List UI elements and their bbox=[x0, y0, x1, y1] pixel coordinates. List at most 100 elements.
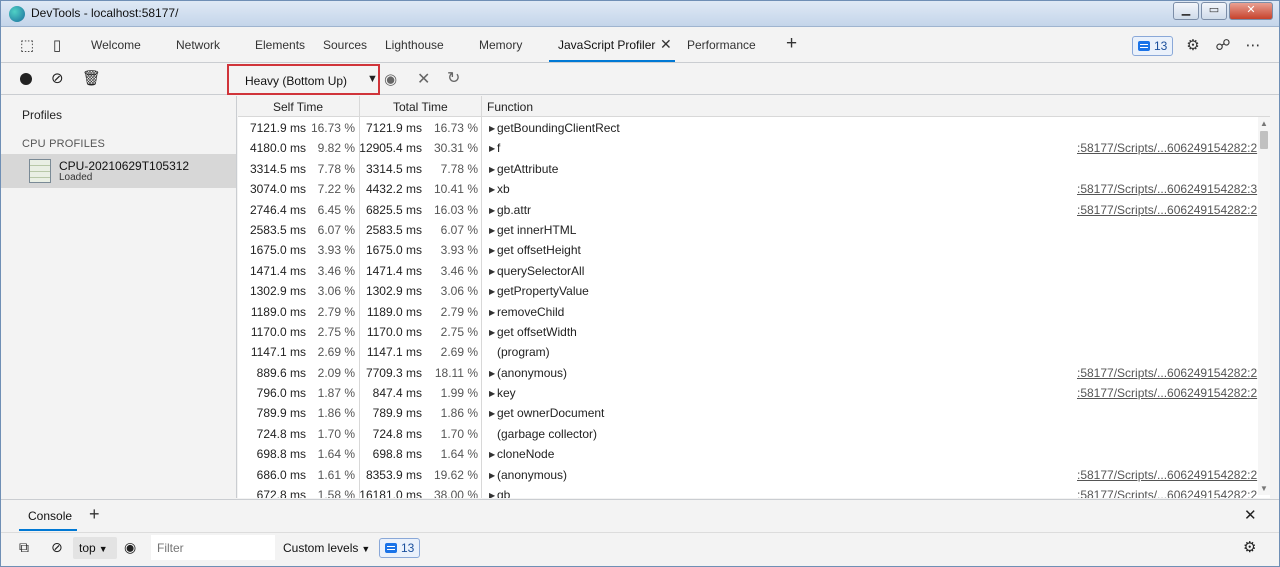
expand-triangle-icon[interactable]: ▶ bbox=[489, 471, 497, 480]
add-drawer-tab-icon[interactable]: + bbox=[89, 504, 100, 525]
source-link[interactable]: :58177/Scripts/...606249154282:3 bbox=[1077, 182, 1257, 196]
table-row[interactable]: 7121.9 ms 16.73 % 7121.9 ms 16.73 % ▶ getBoun… bbox=[238, 118, 1270, 138]
expand-triangle-icon[interactable]: ▶ bbox=[489, 165, 497, 174]
tab-performance[interactable]: Performance bbox=[687, 38, 756, 52]
maximize-button[interactable]: ▭ bbox=[1201, 2, 1227, 20]
console-issues-badge[interactable]: 13 bbox=[379, 538, 421, 558]
context-select[interactable]: top ▼ bbox=[73, 537, 117, 559]
table-row[interactable]: 1147.1 ms 2.69 % 1147.1 ms 2.69 % (program) bbox=[238, 342, 1270, 362]
source-link[interactable]: :58177/Scripts/...606249154282:2 bbox=[1077, 203, 1257, 217]
expand-triangle-icon[interactable]: ▶ bbox=[489, 144, 497, 153]
tab-network[interactable]: Network bbox=[176, 38, 220, 52]
table-row[interactable]: 1170.0 ms 2.75 % 1170.0 ms 2.75 % ▶ get offse… bbox=[238, 322, 1270, 342]
expand-triangle-icon[interactable]: ▶ bbox=[489, 226, 497, 235]
source-link[interactable]: :58177/Scripts/...606249154282:2 bbox=[1077, 488, 1257, 498]
table-row[interactable]: 3314.5 ms 7.78 % 3314.5 ms 7.78 % ▶ getAttrib… bbox=[238, 159, 1270, 179]
more-tabs-plus-icon[interactable]: + bbox=[786, 33, 797, 55]
expand-triangle-icon[interactable]: ▶ bbox=[489, 328, 497, 337]
source-link[interactable]: :58177/Scripts/...606249154282:2 bbox=[1077, 468, 1257, 482]
scroll-thumb[interactable] bbox=[1260, 131, 1268, 149]
self-time-ms: 724.8 ms bbox=[256, 426, 306, 441]
expand-triangle-icon[interactable]: ▶ bbox=[489, 287, 497, 296]
focus-eye-icon[interactable]: ◉ bbox=[384, 70, 397, 88]
function-name: querySelectorAll bbox=[497, 263, 585, 278]
more-options-icon[interactable]: ⋯ bbox=[1243, 36, 1263, 56]
tab-javascript-profiler[interactable]: JavaScript Profiler bbox=[558, 38, 655, 52]
scroll-up-icon[interactable]: ▲ bbox=[1260, 119, 1268, 128]
device-toolbar-icon[interactable]: ▯ bbox=[47, 36, 67, 56]
table-row[interactable]: 4180.0 ms 9.82 % 12905.4 ms 30.31 % ▶ f:58177… bbox=[238, 138, 1270, 158]
scroll-down-icon[interactable]: ▼ bbox=[1260, 484, 1268, 493]
show-sidebar-icon[interactable]: ⧉ bbox=[19, 539, 29, 556]
view-mode-select[interactable]: Heavy (Bottom Up) ▼ bbox=[227, 64, 380, 95]
header-self-time[interactable]: Self Time bbox=[273, 100, 323, 114]
table-row[interactable]: 698.8 ms 1.64 % 698.8 ms 1.64 % ▶ cloneNode bbox=[238, 444, 1270, 464]
settings-gear-icon[interactable]: ⚙ bbox=[1183, 36, 1203, 56]
expand-triangle-icon[interactable]: ▶ bbox=[489, 267, 497, 276]
expand-triangle-icon[interactable]: ▶ bbox=[489, 206, 497, 215]
tab-welcome[interactable]: Welcome bbox=[91, 38, 141, 52]
log-levels-select[interactable]: Custom levels ▼ bbox=[283, 541, 370, 555]
source-link[interactable]: :58177/Scripts/...606249154282:2 bbox=[1077, 386, 1257, 400]
header-function[interactable]: Function bbox=[487, 100, 533, 114]
table-row[interactable]: 686.0 ms 1.61 % 8353.9 ms 19.62 % ▶ (anonymou… bbox=[238, 465, 1270, 485]
feedback-icon[interactable]: ☍ bbox=[1213, 36, 1233, 56]
restore-reload-icon[interactable]: ↻ bbox=[447, 68, 460, 88]
sidebar-item-cpu-profile[interactable]: CPU-20210629T105312 Loaded bbox=[1, 154, 236, 188]
console-filter-input[interactable] bbox=[151, 535, 275, 560]
clear-all-icon[interactable]: ⊘ bbox=[51, 69, 64, 87]
vertical-scrollbar[interactable]: ▲ ▼ bbox=[1258, 117, 1270, 495]
record-icon[interactable] bbox=[20, 73, 32, 85]
expand-triangle-icon[interactable]: ▶ bbox=[489, 389, 497, 398]
clear-console-icon[interactable]: ⊘ bbox=[51, 539, 63, 556]
expand-triangle-icon[interactable]: ▶ bbox=[489, 450, 497, 459]
self-time-pct: 7.22 % bbox=[317, 182, 355, 197]
expand-triangle-icon[interactable]: ▶ bbox=[489, 491, 497, 498]
exclude-x-icon[interactable]: ✕ bbox=[417, 69, 430, 89]
function-cell: ▶ get innerHTML bbox=[489, 223, 576, 237]
expand-triangle-icon[interactable]: ▶ bbox=[489, 308, 497, 317]
table-row[interactable]: 1471.4 ms 3.46 % 1471.4 ms 3.46 % ▶ querySele… bbox=[238, 261, 1270, 281]
tab-sources[interactable]: Sources bbox=[323, 38, 367, 52]
table-row[interactable]: 2746.4 ms 6.45 % 6825.5 ms 16.03 % ▶ gb.attr:… bbox=[238, 200, 1270, 220]
trash-icon[interactable]: 🗑 bbox=[82, 69, 101, 87]
table-row[interactable]: 1302.9 ms 3.06 % 1302.9 ms 3.06 % ▶ getProper… bbox=[238, 281, 1270, 301]
total-time-ms: 7709.3 ms bbox=[365, 365, 422, 380]
table-row[interactable]: 672.8 ms 1.58 % 16181.0 ms 38.00 % ▶ gb:58177… bbox=[238, 485, 1270, 498]
expand-triangle-icon[interactable]: ▶ bbox=[489, 246, 497, 255]
table-row[interactable]: 1189.0 ms 2.79 % 1189.0 ms 2.79 % ▶ removeChi… bbox=[238, 302, 1270, 322]
table-row[interactable]: 724.8 ms 1.70 % 724.8 ms 1.70 % (garbage col… bbox=[238, 424, 1270, 444]
self-time-pct: 1.87 % bbox=[317, 386, 355, 401]
total-time-ms: 1189.0 ms bbox=[366, 304, 422, 319]
table-row[interactable]: 889.6 ms 2.09 % 7709.3 ms 18.11 % ▶ (anonymou… bbox=[238, 363, 1270, 383]
tab-console[interactable]: Console bbox=[28, 509, 72, 523]
tab-lighthouse[interactable]: Lighthouse bbox=[385, 38, 444, 52]
self-time-pct: 2.79 % bbox=[317, 304, 355, 319]
close-drawer-icon[interactable]: ✕ bbox=[1244, 506, 1257, 524]
self-time-pct: 9.82 % bbox=[317, 141, 355, 156]
table-row[interactable]: 3074.0 ms 7.22 % 4432.2 ms 10.41 % ▶ xb:58177… bbox=[238, 179, 1270, 199]
expand-triangle-icon[interactable]: ▶ bbox=[489, 409, 497, 418]
table-row[interactable]: 789.9 ms 1.86 % 789.9 ms 1.86 % ▶ get ownerDo… bbox=[238, 403, 1270, 423]
function-cell: ▶ key bbox=[489, 386, 516, 400]
issues-badge[interactable]: 13 bbox=[1132, 36, 1174, 56]
table-row[interactable]: 2583.5 ms 6.07 % 2583.5 ms 6.07 % ▶ get inner… bbox=[238, 220, 1270, 240]
source-link[interactable]: :58177/Scripts/...606249154282:2 bbox=[1077, 141, 1257, 155]
source-link[interactable]: :58177/Scripts/...606249154282:2 bbox=[1077, 366, 1257, 380]
inspect-element-icon[interactable]: ⬚ bbox=[17, 36, 37, 56]
table-row[interactable]: 796.0 ms 1.87 % 847.4 ms 1.99 % ▶ key:58177/S… bbox=[238, 383, 1270, 403]
tab-elements[interactable]: Elements bbox=[255, 38, 305, 52]
minimize-button[interactable]: ▁ bbox=[1173, 2, 1199, 20]
expand-triangle-icon[interactable]: ▶ bbox=[489, 124, 497, 133]
total-time-ms: 724.8 ms bbox=[372, 426, 422, 441]
close-window-button[interactable]: ✕ bbox=[1229, 2, 1273, 20]
live-expression-eye-icon[interactable]: ◉ bbox=[124, 539, 136, 556]
function-name: (garbage collector) bbox=[497, 426, 598, 441]
header-total-time[interactable]: Total Time bbox=[393, 100, 448, 114]
close-tab-icon[interactable]: ✕ bbox=[660, 36, 672, 53]
tab-memory[interactable]: Memory bbox=[479, 38, 522, 52]
table-row[interactable]: 1675.0 ms 3.93 % 1675.0 ms 3.93 % ▶ get offse… bbox=[238, 240, 1270, 260]
console-settings-gear-icon[interactable]: ⚙ bbox=[1243, 538, 1256, 556]
expand-triangle-icon[interactable]: ▶ bbox=[489, 369, 497, 378]
expand-triangle-icon[interactable]: ▶ bbox=[489, 185, 497, 194]
